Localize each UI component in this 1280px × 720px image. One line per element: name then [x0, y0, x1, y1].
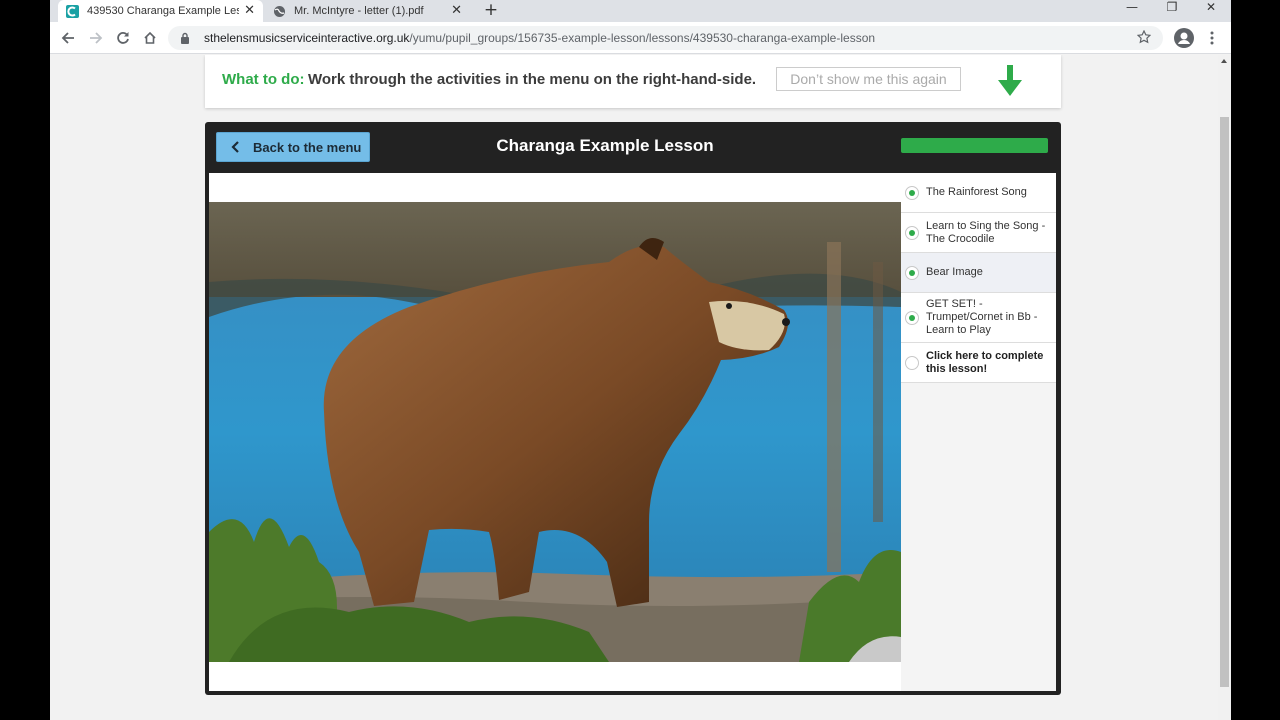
new-tab-icon[interactable]: +	[480, 0, 502, 22]
menu-item-complete-lesson[interactable]: Click here to complete this lesson!	[901, 343, 1056, 383]
lesson-title: Charanga Example Lesson	[496, 136, 714, 155]
browser-window: 439530 Charanga Example Lesso ✕ Mr. McIn…	[50, 0, 1231, 720]
page-scrollbar[interactable]	[1218, 55, 1231, 720]
back-to-menu-label: Back to the menu	[253, 139, 362, 155]
back-to-menu-button[interactable]: Back to the menu	[216, 132, 370, 162]
tab-pdf-letter[interactable]: Mr. McIntyre - letter (1).pdf ✕	[265, 0, 470, 22]
completed-dot-icon	[905, 225, 919, 240]
menu-item-get-set-trumpet[interactable]: GET SET! - Trumpet/Cornet in Bb - Learn …	[901, 293, 1056, 343]
bookmark-star-icon[interactable]	[1136, 29, 1152, 49]
profile-avatar-icon[interactable]	[1174, 28, 1194, 48]
scroll-up-arrow-icon[interactable]	[1221, 59, 1227, 63]
menu-item-bear-image[interactable]: Bear Image	[901, 253, 1056, 293]
tab-title: Mr. McIntyre - letter (1).pdf	[294, 5, 424, 17]
close-tab-icon[interactable]: ✕	[451, 3, 462, 18]
url-text: sthelensmusicserviceinteractive.org.uk/y…	[204, 31, 875, 45]
window-close-icon[interactable]: ✕	[1196, 0, 1226, 22]
menu-item-label: Learn to Sing the Song - The Crocodile	[926, 219, 1046, 245]
browser-toolbar: sthelensmusicserviceinteractive.org.uk/y…	[50, 22, 1231, 54]
lock-icon	[180, 32, 192, 44]
url-host: sthelensmusicserviceinteractive.org.uk	[204, 31, 410, 45]
progress-fill	[901, 138, 1048, 153]
lesson-player: Back to the menu Charanga Example Lesson	[205, 122, 1061, 695]
chevron-left-icon	[231, 141, 241, 153]
menu-item-label: GET SET! - Trumpet/Cornet in Bb - Learn …	[926, 298, 1038, 336]
activity-menu: The Rainforest Song Learn to Sing the So…	[901, 173, 1056, 691]
down-arrow-icon	[997, 65, 1023, 97]
globe-icon	[273, 5, 286, 18]
instruction-banner: What to do: Work through the activities …	[205, 55, 1061, 108]
menu-item-label: Click here to complete this lesson!	[926, 349, 1044, 375]
bear-photo	[209, 202, 901, 662]
reload-icon[interactable]	[113, 28, 133, 48]
lesson-progress-bar	[901, 138, 1048, 153]
restore-icon[interactable]: ❐	[1157, 0, 1187, 22]
incomplete-dot-icon	[905, 355, 919, 370]
menu-item-learn-to-sing[interactable]: Learn to Sing the Song - The Crocodile	[901, 213, 1056, 253]
charanga-favicon-icon	[66, 4, 79, 18]
banner-label: What to do:	[222, 71, 305, 88]
tab-charanga-lesson[interactable]: 439530 Charanga Example Lesso ✕	[58, 0, 263, 22]
tab-strip: 439530 Charanga Example Lesso ✕ Mr. McIn…	[50, 0, 1231, 22]
minimize-icon[interactable]: —	[1117, 0, 1147, 22]
home-icon[interactable]	[140, 28, 160, 48]
scrollbar-thumb[interactable]	[1220, 117, 1229, 687]
back-arrow-icon[interactable]	[58, 28, 78, 48]
completed-dot-icon	[905, 310, 919, 325]
activity-content	[209, 173, 901, 691]
banner-text: Work through the activities in the menu …	[308, 71, 757, 88]
chrome-menu-icon[interactable]	[1202, 28, 1222, 48]
menu-item-label: Bear Image	[926, 266, 983, 278]
completed-dot-icon	[905, 265, 919, 280]
dont-show-again-button[interactable]: Don’t show me this again	[776, 67, 961, 91]
forward-arrow-icon[interactable]	[86, 28, 106, 48]
close-tab-icon[interactable]: ✕	[244, 3, 255, 18]
page-content: What to do: Work through the activities …	[50, 55, 1218, 720]
address-bar[interactable]: sthelensmusicserviceinteractive.org.uk/y…	[168, 26, 1163, 50]
completed-dot-icon	[905, 185, 919, 200]
menu-item-rainforest-song[interactable]: The Rainforest Song	[901, 173, 1056, 213]
menu-item-label: The Rainforest Song	[926, 186, 1027, 198]
url-path: /yumu/pupil_groups/156735-example-lesson…	[409, 31, 876, 45]
tab-title: 439530 Charanga Example Lesso	[87, 5, 239, 17]
